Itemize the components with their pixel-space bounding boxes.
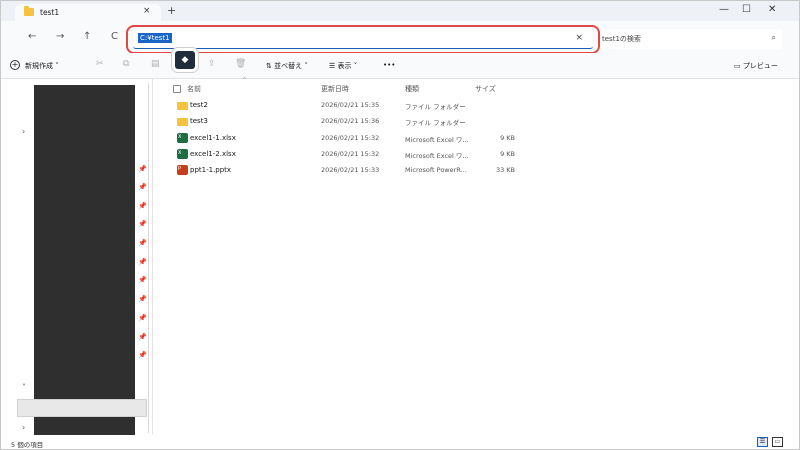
folder-icon [24,6,34,16]
sort-indicator-icon: ^ [242,77,248,84]
file-type: Microsoft Excel ワ... [405,136,469,144]
file-row[interactable]: P ppt1-1.pptx 2026/02/21 15:33 Microsoft… [169,163,529,179]
minimize-button[interactable]: — [719,4,729,15]
file-row[interactable]: X excel1-2.xlsx 2026/02/21 15:32 Microso… [169,147,529,163]
chevron-down-icon[interactable]: ˅ [22,383,26,392]
column-header-size[interactable]: サイズ [475,84,496,94]
forward-button[interactable]: → [56,31,64,42]
pin-icon: 📌 [138,202,147,210]
column-header-type[interactable]: 種類 [405,84,419,94]
more-button[interactable]: ••• [383,61,395,69]
refresh-button[interactable]: C [111,31,118,42]
excel-file-icon: X [177,133,188,143]
pin-icon: 📌 [138,220,147,228]
close-button[interactable]: ✕ [768,4,776,15]
folder-icon [177,102,188,110]
pin-icon: 📌 [138,239,147,247]
chevron-right-icon[interactable]: › [22,127,25,136]
column-header-name[interactable]: 名前 [187,84,201,94]
tiles-view-button[interactable]: ▭ [772,437,783,447]
file-type: ファイル フォルダー [405,119,466,127]
tab-title: test1 [40,8,60,17]
file-row[interactable]: test3 2026/02/21 15:36 ファイル フォルダー [169,114,529,130]
command-bar: + 新規作成 ˅ ✂ ⧉ ▤ ⇪ 🗑 ⇅ 並べ替え ˅ ☰ 表示 ˅ ••• ▭… [1,53,799,79]
navigation-scrollbar[interactable] [148,83,149,433]
chevron-right-icon[interactable]: › [22,423,25,432]
file-date: 2026/02/21 15:36 [321,117,380,125]
file-row[interactable]: test2 2026/02/21 15:35 ファイル フォルダー [169,98,529,114]
file-date: 2026/02/21 15:35 [321,101,380,109]
details-view-button[interactable]: ☰ [757,437,768,447]
file-date: 2026/02/21 15:33 [321,166,380,174]
tab-test1[interactable]: test1 × [15,4,161,21]
file-name: excel1-1.xlsx [190,134,236,142]
new-tab-button[interactable]: + [167,4,176,17]
share-icon[interactable]: ⇪ [208,59,216,69]
redacted-navigation-items [34,85,135,435]
new-button[interactable]: 新規作成 ˅ [25,61,59,71]
file-row[interactable]: X excel1-1.xlsx 2026/02/21 15:32 Microso… [169,131,529,147]
pin-icon: 📌 [138,183,147,191]
address-highlight-frame [126,25,600,54]
pin-icon: 📌 [138,333,147,341]
explorer-window: test1 × + — ☐ ✕ ← → ↑ C C:¥test1 × test1… [0,0,800,450]
file-name: test3 [190,117,208,125]
file-size: 9 KB [500,150,515,158]
file-date: 2026/02/21 15:32 [321,134,380,142]
search-input[interactable]: test1の検索 ⌕ [597,29,782,49]
powerpoint-file-icon: P [177,165,188,175]
up-button[interactable]: ↑ [83,31,91,42]
file-size: 33 KB [495,166,515,174]
column-header-date[interactable]: 更新日時 [321,84,349,94]
pin-icon: 📌 [138,295,147,303]
file-type: ファイル フォルダー [405,103,466,111]
floating-app-icon[interactable]: ◆ [175,51,195,69]
search-icon: ⌕ [771,33,776,42]
file-name: excel1-2.xlsx [190,150,236,158]
selected-nav-item[interactable] [17,399,147,417]
file-date: 2026/02/21 15:32 [321,150,380,158]
paste-icon[interactable]: ▤ [151,59,160,69]
cut-icon[interactable]: ✂ [96,59,104,69]
status-item-count: 5 個の項目 [11,441,44,449]
title-bar: test1 × + — ☐ ✕ [1,1,799,21]
pin-icon: 📌 [138,351,147,359]
file-type: Microsoft Excel ワ... [405,152,469,160]
file-type: Microsoft PowerR... [405,166,467,174]
file-name: ppt1-1.pptx [190,166,232,174]
search-placeholder: test1の検索 [602,35,641,43]
folder-icon [177,118,188,126]
tab-close-icon[interactable]: × [143,6,151,16]
sort-button[interactable]: ⇅ 並べ替え ˅ [266,61,308,71]
view-button[interactable]: ☰ 表示 ˅ [329,61,357,71]
excel-file-icon: X [177,149,188,159]
file-size: 9 KB [500,134,515,142]
copy-icon[interactable]: ⧉ [123,59,129,69]
new-icon: + [10,60,20,70]
pin-icon: 📌 [138,314,147,322]
maximize-button[interactable]: ☐ [742,4,751,15]
delete-icon[interactable]: 🗑 [235,59,246,69]
pin-icon: 📌 [138,276,147,284]
select-all-checkbox[interactable] [173,85,181,93]
preview-button[interactable]: ▭ プレビュー [734,61,778,71]
file-name: test2 [190,101,208,109]
back-button[interactable]: ← [28,31,36,42]
pin-icon: 📌 [138,165,147,173]
pin-icon: 📌 [138,258,147,266]
